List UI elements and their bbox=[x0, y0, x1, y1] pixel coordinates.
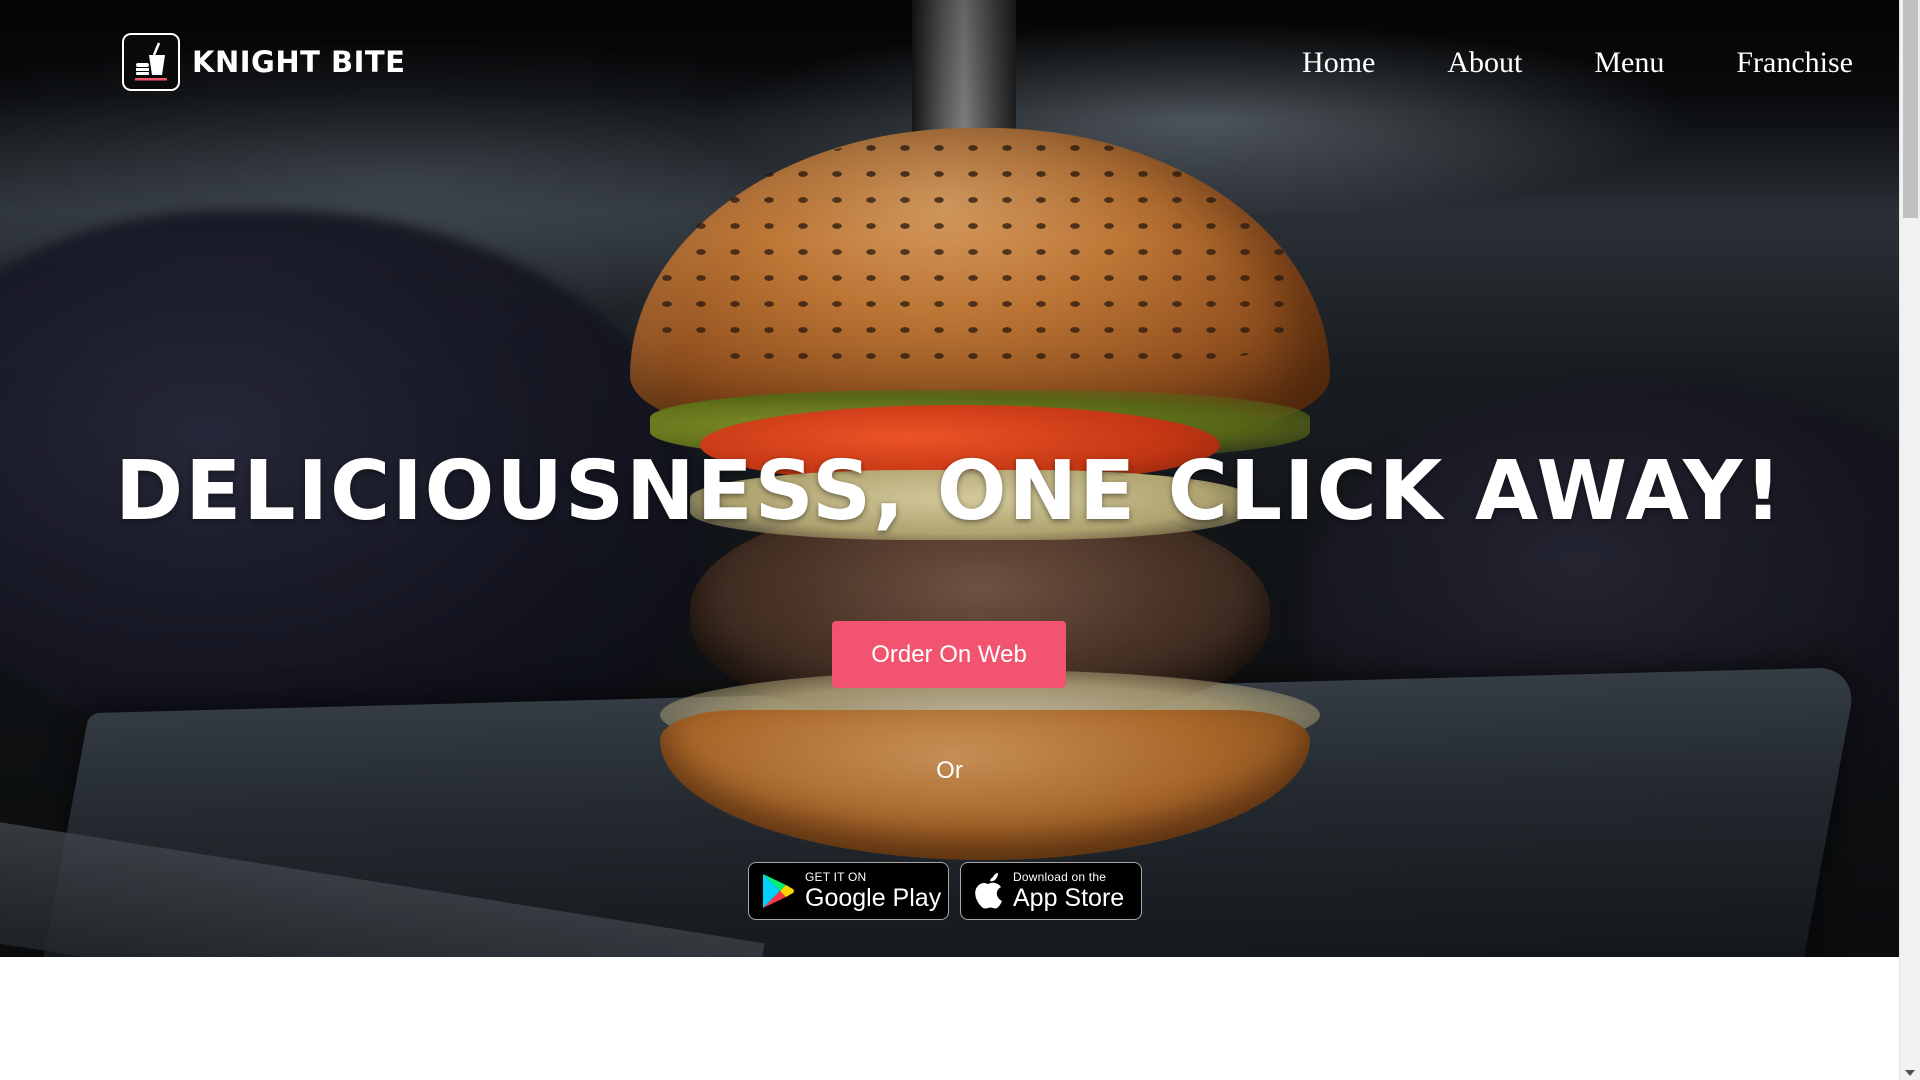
nav-menu[interactable]: Menu bbox=[1594, 46, 1664, 80]
page: KNIGHT BITE Home About Menu Franchise DE… bbox=[0, 0, 1920, 1080]
nav-franchise[interactable]: Franchise bbox=[1736, 46, 1853, 80]
app-store-big-text: App Store bbox=[1013, 884, 1125, 912]
scrollbar-thumb[interactable] bbox=[1903, 0, 1918, 218]
google-play-icon bbox=[761, 872, 795, 910]
logo-icon bbox=[122, 33, 180, 91]
order-on-web-button[interactable]: Order On Web bbox=[832, 621, 1066, 688]
hero-section: KNIGHT BITE Home About Menu Franchise DE… bbox=[0, 0, 1899, 957]
brand-logo-link[interactable]: KNIGHT BITE bbox=[122, 33, 405, 91]
app-store-small-text: Download on the bbox=[1013, 870, 1107, 884]
google-play-big-text: Google Play bbox=[805, 884, 942, 912]
content-section bbox=[0, 957, 1899, 1080]
hero-headline: DELICIOUSNESS, ONE CLICK AWAY! bbox=[115, 444, 1784, 539]
google-play-badge[interactable]: GET IT ON Google Play bbox=[748, 862, 949, 920]
nav-home[interactable]: Home bbox=[1302, 46, 1375, 80]
app-store-badge[interactable]: Download on the App Store bbox=[960, 862, 1142, 920]
brand-name: KNIGHT BITE bbox=[192, 45, 406, 79]
apple-icon bbox=[973, 873, 1003, 909]
main-nav: Home About Menu Franchise bbox=[1230, 46, 1853, 80]
scroll-down-arrow-icon[interactable] bbox=[1905, 1070, 1915, 1076]
or-separator: Or bbox=[936, 757, 963, 784]
page-scrollbar[interactable] bbox=[1899, 0, 1920, 1080]
google-play-small-text: GET IT ON bbox=[805, 870, 867, 884]
nav-about[interactable]: About bbox=[1447, 46, 1522, 80]
